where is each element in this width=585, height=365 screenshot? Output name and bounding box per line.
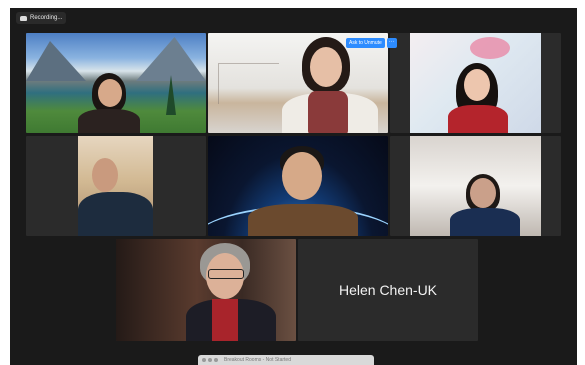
more-options-button[interactable]: ··· — [386, 38, 397, 48]
window-dot-icon — [202, 358, 206, 362]
breakout-rooms-label: Breakout Rooms - Not Started — [224, 357, 291, 363]
video-tile-p6[interactable] — [390, 136, 561, 236]
recording-indicator[interactable]: Recording... — [16, 12, 67, 24]
participant-face — [282, 152, 322, 200]
participant-video — [410, 136, 541, 236]
window-dot-icon — [214, 358, 218, 362]
cloud-icon — [20, 15, 27, 21]
participant-body — [78, 109, 140, 133]
meeting-window: Recording... Helen Chen-UK Ask to Unmute… — [10, 8, 577, 365]
breakout-rooms-bar[interactable]: Breakout Rooms - Not Started — [198, 355, 374, 365]
participant-body — [78, 192, 153, 236]
participant-video — [208, 136, 388, 236]
unmute-controls: Ask to Unmute ··· — [346, 38, 397, 48]
scarf — [308, 91, 348, 133]
video-tile-p4[interactable] — [26, 136, 206, 236]
participant-face — [92, 158, 118, 192]
participant-face — [310, 47, 342, 87]
video-tile-p7[interactable] — [116, 239, 296, 341]
participant-video — [410, 33, 541, 133]
participant-video — [78, 136, 153, 236]
sweater — [212, 299, 238, 341]
participant-name: Helen Chen-UK — [338, 282, 438, 298]
ask-to-unmute-button[interactable]: Ask to Unmute — [346, 38, 385, 48]
participant-body — [450, 208, 520, 236]
mountain — [26, 41, 86, 81]
video-tile-p1[interactable] — [26, 33, 206, 133]
video-tile-p8[interactable]: Helen Chen-UK — [298, 239, 478, 341]
recording-label: Recording... — [30, 15, 63, 21]
cherry-blossom — [470, 37, 510, 59]
participant-video — [26, 33, 206, 133]
window-controls — [202, 358, 218, 362]
participant-face — [98, 79, 122, 107]
participant-body — [248, 204, 358, 236]
participant-body — [448, 105, 508, 133]
tree — [166, 75, 176, 115]
video-tile-p2[interactable] — [208, 33, 388, 133]
participant-face — [464, 69, 490, 101]
video-tile-p5[interactable] — [208, 136, 388, 236]
glasses-icon — [208, 269, 244, 279]
participant-video — [116, 239, 296, 341]
participant-video — [208, 33, 388, 133]
window-dot-icon — [208, 358, 212, 362]
video-tile-p3[interactable] — [390, 33, 561, 133]
mountain — [136, 37, 206, 81]
participant-face — [470, 178, 496, 208]
bare-branches — [218, 63, 279, 104]
